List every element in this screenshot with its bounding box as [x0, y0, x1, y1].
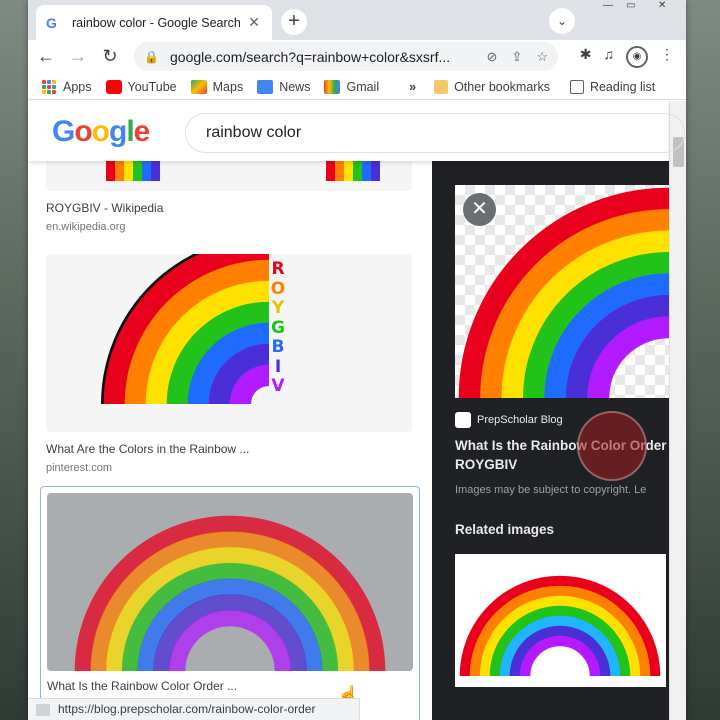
- rainbow-stripe: [335, 159, 344, 181]
- rainbow-stripe: [106, 159, 115, 181]
- reload-icon[interactable]: ↻: [96, 42, 124, 70]
- result-caption[interactable]: ROYGBIV - Wikipedia: [46, 201, 412, 215]
- related-images-heading: Related images: [455, 522, 555, 537]
- bookmarks-bar: Apps YouTube Maps News Gmail » Other boo…: [28, 74, 686, 100]
- image-preview-panel: ✕ PrepScholar Blog What Is the Rainbow C…: [432, 161, 669, 720]
- new-tab-button[interactable]: +: [281, 9, 307, 35]
- roygbiv-letter: B: [271, 337, 285, 357]
- browser-window: G rainbow color - Google Search ✕ + ⌄ — …: [28, 0, 686, 720]
- rainbow-stripe: [133, 159, 142, 181]
- rainbow-stripe: [151, 159, 160, 181]
- profile-avatar[interactable]: ◉: [626, 46, 648, 68]
- address-url[interactable]: google.com/search?q=rainbow+color&sxsrf.…: [170, 49, 473, 65]
- roygbiv-letter: O: [270, 278, 286, 299]
- google-header: Google rainbow color: [28, 101, 685, 161]
- related-rainbow-band: [519, 635, 601, 677]
- roygbiv-letter: I: [274, 356, 282, 377]
- roygbiv-letters: ROYGBIV: [268, 259, 288, 397]
- bookmark-youtube[interactable]: YouTube: [105, 79, 177, 94]
- bookmark-star-icon[interactable]: ☆: [536, 49, 548, 65]
- result-source: pinterest.com: [46, 462, 113, 474]
- toolbar: ← → ↻ 🔒 google.com/search?q=rainbow+colo…: [28, 40, 686, 72]
- prepscholar-favicon-icon: [455, 412, 471, 428]
- gmail-icon: [324, 79, 341, 94]
- media-icon[interactable]: ♫: [604, 46, 615, 68]
- reading-list-icon: [569, 79, 584, 94]
- related-image[interactable]: [455, 554, 666, 687]
- tab-google-search[interactable]: G rainbow color - Google Search ✕: [36, 5, 272, 40]
- result-card-wikipedia[interactable]: ROYGBIV - Wikipedia en.wikipedia.org: [46, 159, 412, 233]
- tab-close-icon[interactable]: ✕: [246, 14, 262, 31]
- tab-strip: G rainbow color - Google Search ✕ + ⌄ — …: [28, 0, 686, 40]
- watermark-circle-icon: [577, 411, 647, 481]
- share-icon[interactable]: ⇪: [511, 49, 522, 65]
- window-close-icon[interactable]: ✕: [658, 0, 666, 11]
- bookmark-gmail[interactable]: Gmail: [324, 79, 380, 94]
- bookmark-label: News: [279, 79, 311, 94]
- lock-icon[interactable]: 🔒: [144, 50, 160, 64]
- address-bar[interactable]: 🔒 google.com/search?q=rainbow+color&sxsr…: [134, 42, 558, 71]
- google-logo[interactable]: Google: [52, 115, 150, 149]
- rainbow-stripe: [115, 159, 124, 181]
- bookmark-label: Maps: [212, 79, 244, 94]
- result-source: en.wikipedia.org: [46, 221, 126, 233]
- maps-icon: [190, 79, 207, 94]
- result-card-prepscholar[interactable]: What Is the Rainbow Color Order ...: [40, 486, 420, 720]
- preview-source-name: PrepScholar Blog: [477, 414, 563, 426]
- bookmark-other[interactable]: Other bookmarks: [434, 79, 550, 94]
- roygbiv-letter: Y: [271, 298, 285, 318]
- status-bar: https://blog.prepscholar.com/rainbow-col…: [28, 698, 360, 720]
- forward-icon[interactable]: →: [64, 42, 92, 70]
- roygbiv-letter: G: [271, 317, 285, 338]
- maximize-icon[interactable]: ▭: [626, 0, 635, 11]
- bookmark-maps[interactable]: Maps: [190, 79, 244, 94]
- page-scrollbar[interactable]: [669, 101, 686, 720]
- news-icon: [257, 79, 274, 94]
- bookmark-label: Gmail: [346, 79, 380, 94]
- close-preview-icon[interactable]: ✕: [463, 193, 496, 226]
- rainbow-stripe: [124, 159, 133, 181]
- bookmark-news[interactable]: News: [257, 79, 311, 94]
- image-results: ROYGBIV - Wikipedia en.wikipedia.org ROY…: [28, 159, 433, 720]
- result-image[interactable]: [47, 493, 413, 671]
- rainbow-stripe: [362, 159, 371, 181]
- rainbow-stripe: [344, 159, 353, 181]
- bookmark-label: Other bookmarks: [454, 79, 550, 94]
- youtube-icon: [105, 79, 122, 94]
- apps-grid-icon: [42, 79, 56, 94]
- result-card-pinterest[interactable]: ROYGBIV What Are the Colors in the Rainb…: [46, 254, 412, 474]
- menu-icon[interactable]: ⋮: [660, 46, 674, 68]
- rainbow-stripe: [142, 159, 151, 181]
- roygbiv-letter: R: [271, 259, 285, 279]
- extensions-icon[interactable]: ✱: [580, 46, 592, 68]
- copyright-notice: Images may be subject to copyright. Le: [455, 484, 647, 496]
- bookmark-label: YouTube: [127, 79, 177, 94]
- rainbow-stripe: [326, 159, 335, 181]
- rainbow-stripe: [353, 159, 362, 181]
- search-input[interactable]: rainbow color: [185, 113, 685, 153]
- result-caption[interactable]: What Are the Colors in the Rainbow ...: [46, 442, 412, 456]
- back-icon[interactable]: ←: [32, 42, 60, 70]
- folder-icon: [434, 79, 449, 94]
- search-page: Google rainbow color ROYGBIV - Wikipedia…: [28, 101, 686, 720]
- rainbow-stripe: [371, 159, 380, 181]
- half-rainbow-band: [168, 610, 292, 671]
- result-image[interactable]: ROYGBIV: [46, 254, 412, 432]
- tab-search-icon[interactable]: ⌄: [549, 8, 575, 34]
- bookmark-apps[interactable]: Apps: [42, 79, 92, 94]
- bookmark-label: Apps: [63, 79, 92, 94]
- bookmarks-overflow-icon[interactable]: »: [409, 80, 416, 94]
- reading-list[interactable]: Reading list: [569, 79, 656, 94]
- preview-source[interactable]: PrepScholar Blog: [455, 412, 563, 428]
- status-url: https://blog.prepscholar.com/rainbow-col…: [58, 702, 316, 716]
- minimize-icon[interactable]: —: [603, 0, 613, 11]
- eye-off-icon[interactable]: ⊘: [487, 49, 498, 65]
- link-favicon-icon: [36, 703, 50, 716]
- toolbar-actions: ✱ ♫ ◉ ⋮: [580, 46, 674, 68]
- google-favicon-icon: G: [46, 14, 57, 31]
- bookmark-label: Reading list: [589, 79, 656, 94]
- result-image[interactable]: [46, 159, 412, 191]
- roygbiv-letter: V: [271, 376, 285, 396]
- tab-title: rainbow color - Google Search: [72, 15, 241, 30]
